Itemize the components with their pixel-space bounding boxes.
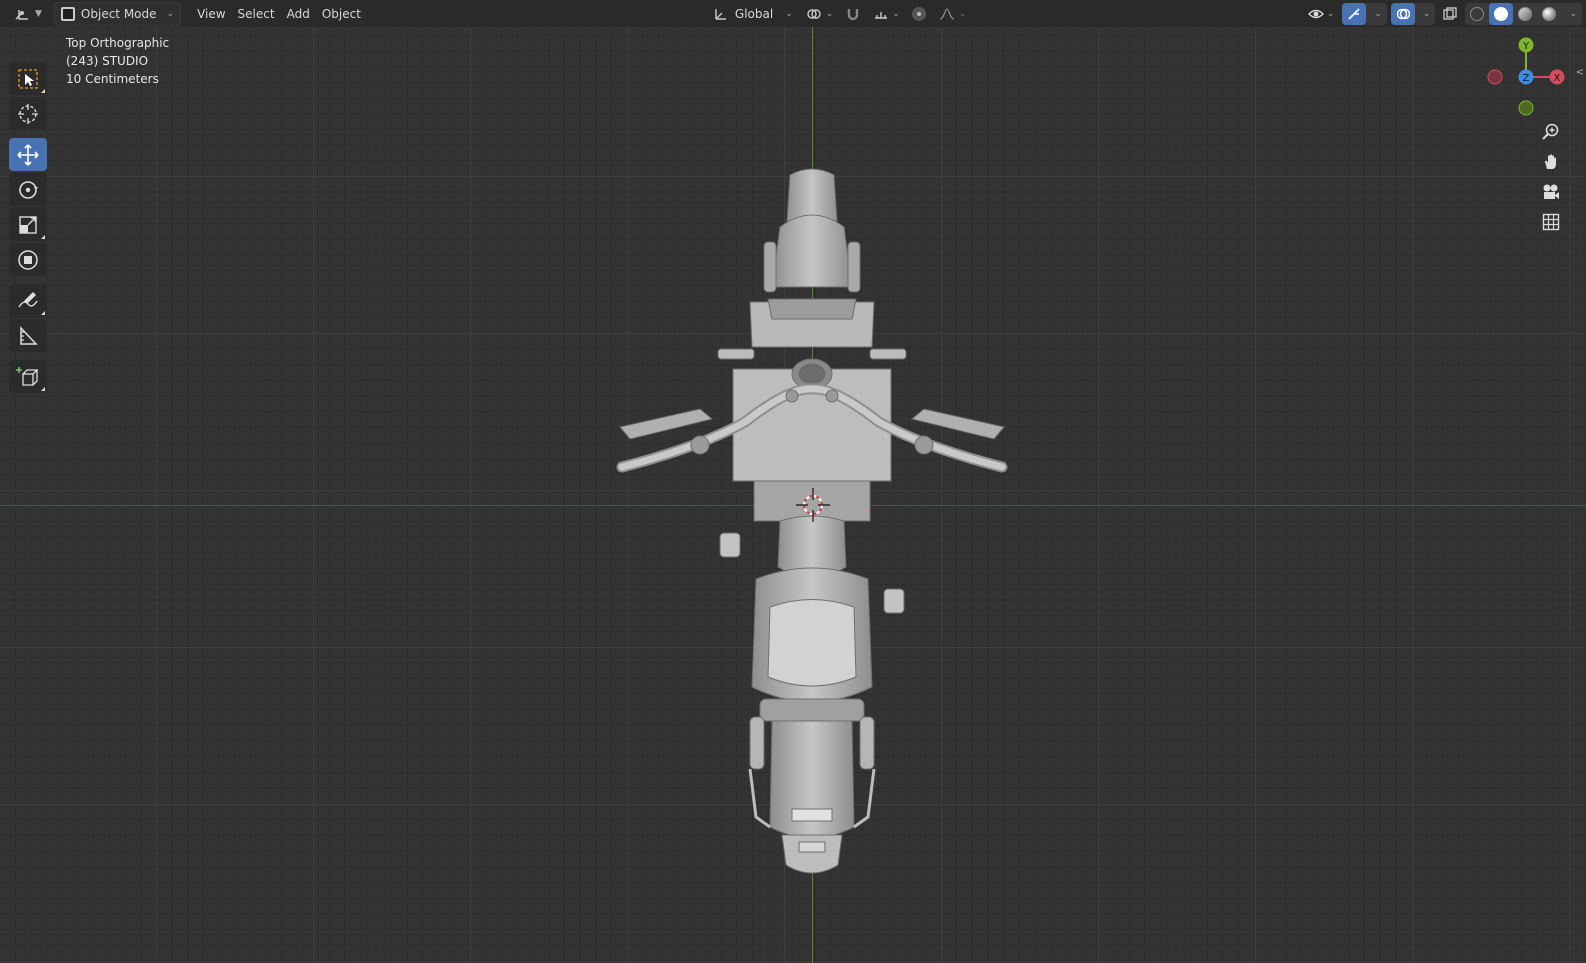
transform-icon: [18, 249, 38, 270]
mode-selector[interactable]: Object Mode ⌄: [53, 1, 182, 26]
annotate-pencil-icon: [18, 291, 38, 307]
magnet-icon: [848, 8, 859, 20]
shading-mode-group: ⌄: [1465, 2, 1582, 25]
ortho-toggle-button[interactable]: [1538, 209, 1564, 235]
falloff-dropdown[interactable]: ⌄: [932, 3, 973, 25]
chevron-down-icon: ⌄: [892, 8, 900, 19]
snap-target-dropdown[interactable]: ⌄: [867, 3, 906, 25]
gizmo-toggle-group: ⌄: [1342, 2, 1387, 25]
solid-sphere-icon: [1494, 6, 1509, 21]
chevron-down-icon: ⌄: [1422, 8, 1431, 19]
viewport-header: ▼ Object Mode ⌄ View Select Add Object G…: [0, 0, 1586, 27]
shading-dropdown[interactable]: ⌄: [1561, 3, 1582, 25]
mode-label: Object Mode: [80, 6, 157, 21]
orientation-axes-icon: [715, 8, 726, 20]
sidebar-expand-icon[interactable]: <: [1576, 67, 1584, 78]
chevron-down-icon: ⌄: [785, 8, 793, 19]
transform-orientation-dropdown[interactable]: Global ⌄: [707, 3, 799, 25]
proportional-icon: [911, 6, 926, 21]
gizmo-dropdown[interactable]: ⌄: [1366, 3, 1387, 25]
zoom-button[interactable]: [1538, 119, 1564, 145]
rotate-tool[interactable]: [9, 173, 47, 206]
menu-object[interactable]: Object: [316, 3, 367, 25]
wireframe-shading-button[interactable]: [1465, 3, 1489, 25]
gizmo-icon: [1348, 7, 1360, 20]
chevron-down-icon: ⌄: [825, 8, 834, 19]
material-sphere-icon: [1518, 6, 1533, 21]
zoom-magnifier-icon: [1542, 123, 1559, 140]
cursor-tool[interactable]: [9, 97, 47, 130]
gizmo-neg-x: [1487, 69, 1503, 85]
navigation-gizmo[interactable]: Y X Z: [1486, 37, 1566, 117]
annotate-tool[interactable]: [9, 284, 47, 317]
add-cube-tool[interactable]: [9, 360, 47, 393]
pivot-point-dropdown[interactable]: ⌄: [799, 3, 840, 25]
editor-type-button[interactable]: ▼: [8, 3, 48, 25]
chevron-down-icon: ⌄: [1326, 8, 1335, 19]
overlays-toggle[interactable]: [1390, 2, 1415, 25]
object-mode-icon: [60, 6, 75, 21]
viewport-info-overlay: Top Orthographic (243) STUDIO 10 Centime…: [66, 34, 169, 88]
tool-shelf: [8, 62, 48, 395]
overlays-dropdown[interactable]: ⌄: [1415, 3, 1436, 25]
select-box-icon: [18, 68, 38, 89]
overlays-icon: [1396, 8, 1410, 19]
grid-icon: [1542, 213, 1560, 231]
select-box-tool[interactable]: [9, 62, 47, 95]
measure-tool[interactable]: [9, 319, 47, 352]
gizmo-z-label: Z: [1523, 73, 1530, 84]
rotate-icon: [19, 180, 38, 199]
gizmo-neg-y: [1518, 100, 1534, 116]
gizmo-y-label: Y: [1522, 41, 1530, 52]
transform-tool[interactable]: [9, 243, 47, 276]
3d-cursor[interactable]: [796, 488, 830, 522]
solid-shading-button[interactable]: [1489, 2, 1514, 25]
eye-icon: [1307, 9, 1324, 18]
pan-button[interactable]: [1538, 149, 1564, 175]
gizmo-x-label: X: [1554, 73, 1561, 84]
rendered-sphere-icon: [1542, 6, 1557, 21]
editor-type-icon: [15, 9, 28, 20]
3d-viewport[interactable]: Top Orthographic (243) STUDIO 10 Centime…: [0, 27, 1586, 963]
move-arrows-icon: [17, 143, 39, 166]
scale-tool[interactable]: [9, 208, 47, 241]
overlay-toggle-group: ⌄: [1390, 2, 1436, 25]
move-tool[interactable]: [9, 138, 47, 171]
add-cube-icon: [16, 366, 39, 386]
chevron-down-icon: ⌄: [1374, 8, 1382, 19]
menu-view[interactable]: View: [191, 3, 231, 25]
wireframe-sphere-icon: [1470, 6, 1485, 21]
orientation-label: Global: [734, 6, 774, 21]
material-shading-button[interactable]: [1513, 3, 1537, 25]
hand-icon: [1545, 154, 1556, 169]
chevron-down-icon: ▼: [35, 8, 42, 19]
pivot-icon: [807, 8, 821, 19]
xray-icon: [1443, 6, 1458, 20]
chevron-down-icon: ⌄: [958, 8, 967, 19]
navigation-buttons: [1538, 119, 1564, 239]
cursor-icon: [18, 103, 38, 124]
xray-toggle[interactable]: [1437, 3, 1463, 25]
motorcycle-model[interactable]: [0, 27, 1586, 963]
collection-info: (243) STUDIO: [66, 54, 149, 68]
chevron-down-icon: ⌄: [1569, 8, 1577, 19]
view-name: Top Orthographic: [66, 36, 170, 50]
scale-icon: [19, 215, 37, 234]
menu-add[interactable]: Add: [281, 3, 316, 25]
grid-scale-info: 10 Centimeters: [66, 72, 159, 86]
chevron-down-icon: ⌄: [166, 8, 175, 19]
menu-select[interactable]: Select: [232, 3, 281, 25]
snap-increment-icon: [875, 11, 888, 19]
proportional-editing-toggle[interactable]: [906, 3, 932, 25]
measure-ruler-icon: [20, 325, 38, 345]
gizmo-toggle[interactable]: [1342, 2, 1367, 25]
camera-icon: [1543, 184, 1559, 199]
rendered-shading-button[interactable]: [1537, 3, 1561, 25]
snap-toggle[interactable]: [839, 3, 867, 25]
visibility-dropdown[interactable]: ⌄: [1302, 3, 1341, 25]
falloff-curve-icon: [939, 7, 955, 20]
camera-view-button[interactable]: [1538, 179, 1564, 205]
